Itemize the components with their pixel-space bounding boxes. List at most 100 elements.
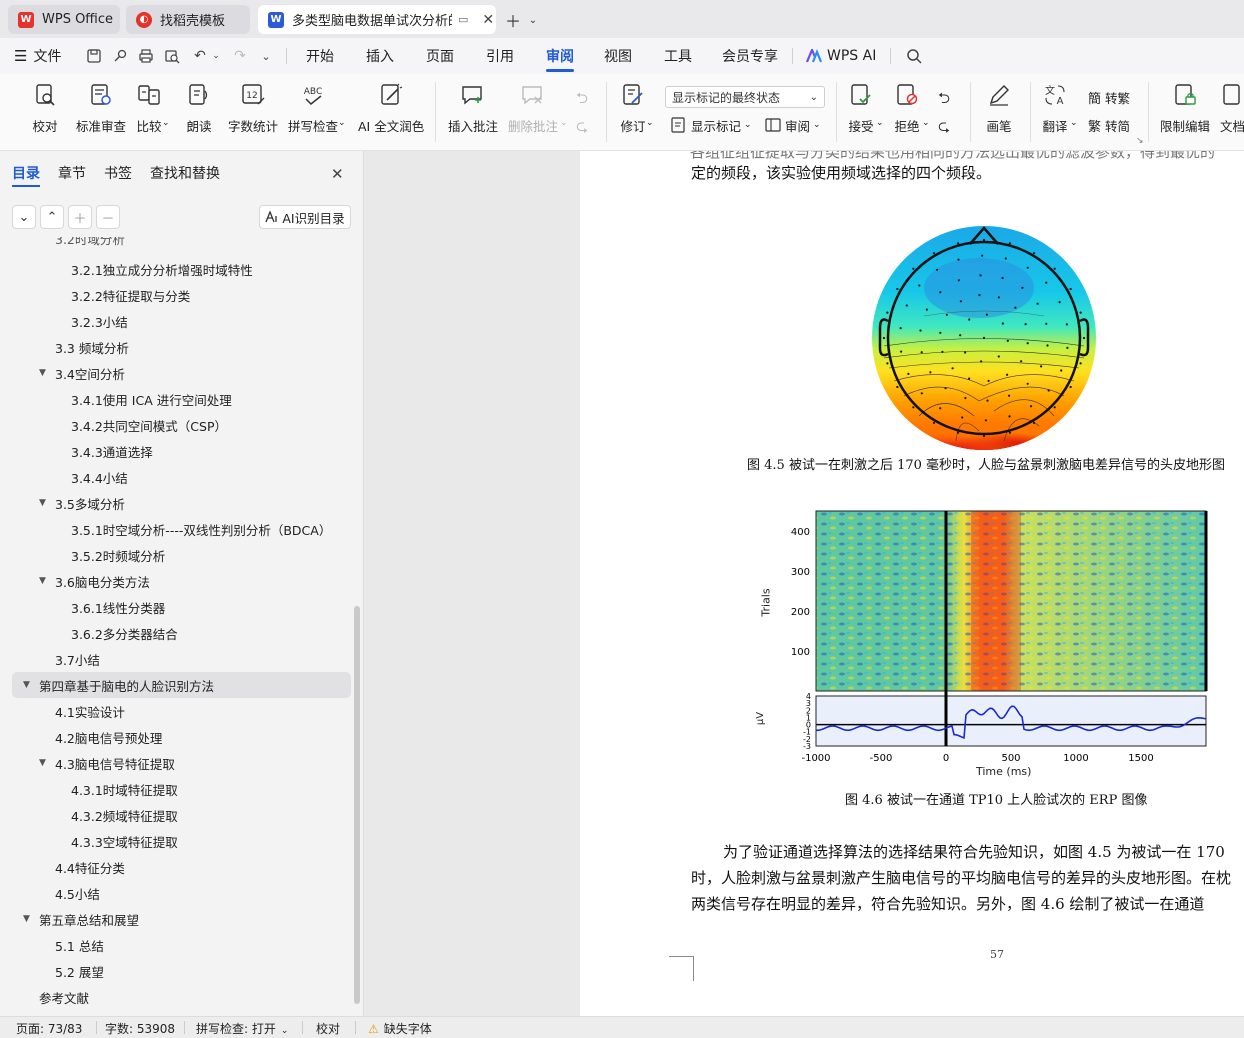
to-traditional-button[interactable]: 簡转繁 [1088,86,1130,108]
show-markup-button[interactable]: 显示标记 ⌄ [670,114,752,136]
menu-references[interactable]: 引用 [486,38,514,74]
toc-item[interactable]: 3.6.1线性分类器 [0,594,352,620]
menu-home[interactable]: 开始 [306,38,334,74]
tab-wps-office[interactable]: W WPS Office [8,5,120,34]
toc-item[interactable]: 4.3.3空域特征提取 [0,828,352,854]
expand-triangle-icon[interactable]: ▼ [39,368,51,378]
to-simplified-button[interactable]: 繁转简 [1088,114,1130,136]
ai-toc-button[interactable]: AI识别目录 [259,205,351,229]
insert-comment-button[interactable]: 插入批注 [448,82,498,144]
toc-item[interactable]: 参考文献 [0,984,352,1010]
nav-tab-chapters[interactable]: 章节 [58,163,86,183]
toc-item[interactable]: 3.2.1独立成分分析增强时域特性 [0,256,352,282]
previous-change-icon[interactable]: ⮌ [938,88,950,113]
document-button[interactable]: 文档 [1220,82,1244,144]
toc-item[interactable]: ▼ 3.4空间分析 [0,360,352,386]
toc-item[interactable]: ▼ 3.6脑电分类方法 [0,568,352,594]
next-change-icon[interactable]: ⮎ [938,116,950,141]
delete-comment-button[interactable]: 删除批注 ⌄ [508,82,568,144]
ai-polish-button[interactable]: AI 全文润色 [358,82,424,144]
toc-item[interactable]: 3.2.3小结 [0,308,352,334]
chevron-down-icon[interactable]: ⌄ [522,9,544,31]
new-tab-icon[interactable]: ＋ [502,9,524,31]
toc-item[interactable]: 5.2 展望 [0,958,352,984]
toc-item[interactable]: 4.3.2频域特征提取 [0,802,352,828]
toc-item[interactable]: ▼ 第四章基于脑电的人脸识别方法 [12,672,351,698]
menu-review[interactable]: 审阅 [546,38,574,74]
search-icon[interactable] [904,46,924,66]
toc-item[interactable]: 3.3 频域分析 [0,334,352,360]
save-icon[interactable] [84,46,104,66]
toc-item[interactable]: 3.5.2时频域分析 [0,542,352,568]
toc-item[interactable]: 3.6.2多分类器结合 [0,620,352,646]
redo-icon[interactable]: ↷ [230,46,250,66]
restrict-edit-button[interactable]: 限制编辑 [1160,82,1210,144]
next-comment-icon[interactable]: ⮎ [576,116,596,136]
print-icon[interactable] [136,46,156,66]
nav-tab-find-replace[interactable]: 查找和替换 [150,163,220,183]
nav-tab-toc[interactable]: 目录 [12,163,40,183]
toc-item[interactable]: ▼ 3.5多域分析 [0,490,352,516]
tab-document[interactable]: W 多类型脑电数据单试次分析的 ▭ ✕ [258,5,496,34]
toc-item[interactable]: 3.7小结 [0,646,352,672]
spell-check-button[interactable]: ABC 拼写检查 ⌄ [288,82,346,144]
toc-item[interactable]: ▼ 第五章总结和展望 [0,906,352,932]
expand-triangle-icon[interactable]: ▼ [23,914,35,924]
more-chevron-icon[interactable]: ⌄ [256,46,276,66]
toc-item[interactable]: 5.1 总结 [0,932,352,958]
pen-button[interactable]: 画笔 [986,82,1012,144]
expand-triangle-icon[interactable]: ▼ [39,576,51,586]
read-aloud-button[interactable]: 朗读 [186,82,212,144]
toc-item[interactable]: 3.2.2特征提取与分类 [0,282,352,308]
previous-comment-icon[interactable]: ⮌ [576,88,596,108]
toc-item[interactable]: 4.2脑电信号预处理 [0,724,352,750]
revise-button[interactable]: 修订 ⌄ [620,82,654,144]
toc-item[interactable]: 4.3.1时域特征提取 [0,776,352,802]
spell-check-status[interactable]: 拼写检查: 打开 ⌄ [196,1020,288,1037]
menu-file[interactable]: ☰ 文件 [14,38,61,74]
toc-item[interactable]: 3.4.4小结 [0,464,352,490]
toc-item[interactable]: 3.4.1使用 ICA 进行空间处理 [0,386,352,412]
menu-page[interactable]: 页面 [426,38,454,74]
translate-button[interactable]: 文A 翻译 ⌄ [1042,82,1077,144]
markup-mode-select[interactable]: 显示标记的最终状态 ⌄ [665,86,825,108]
accept-button[interactable]: 接受 ⌄ [848,82,884,144]
menu-member[interactable]: 会员专享 [722,38,778,74]
toc-item[interactable]: 4.5小结 [0,880,352,906]
toc-item[interactable]: ▼ 4.3脑电信号特征提取 [0,750,352,776]
review-pane-button[interactable]: 审阅 ⌄ [764,114,821,136]
menu-view[interactable]: 视图 [604,38,632,74]
menu-tools[interactable]: 工具 [664,38,692,74]
page-count[interactable]: 页面: 73/83 [16,1020,82,1037]
undo-dropdown-icon[interactable]: ⌄ [206,46,226,66]
proofread-button[interactable]: 校对 [32,82,58,144]
expand-triangle-icon[interactable]: ▼ [23,680,35,690]
reject-button[interactable]: 拒绝 ⌄ [894,82,930,144]
menu-insert[interactable]: 插入 [366,38,394,74]
collapse-up-button[interactable]: ⌃ [40,205,64,229]
toc-scrollbar[interactable] [354,606,360,1004]
demote-button[interactable]: － [96,205,120,229]
expand-corner-icon[interactable]: ↘ [1136,136,1144,146]
toc-item[interactable]: 4.1实验设计 [0,698,352,724]
link-icon[interactable] [110,46,130,66]
expand-triangle-icon[interactable]: ▼ [39,758,51,768]
print-preview-icon[interactable] [162,46,182,66]
nav-tab-bookmarks[interactable]: 书签 [104,163,132,183]
collapse-down-button[interactable]: ⌄ [12,205,36,229]
toc-item[interactable]: 4.4特征分类 [0,854,352,880]
word-count-button[interactable]: 12 字数统计 [228,82,278,144]
menu-wps-ai[interactable]: WPS AI [806,38,876,74]
toc-item[interactable]: 3.4.2共同空间模式（CSP） [0,412,352,438]
toc-item[interactable]: 3.5.1时空域分析----双线性判别分析（BDCA） [0,516,352,542]
toc-item[interactable]: 3.4.3通道选择 [0,438,352,464]
standard-review-button[interactable]: 标准审查 [76,82,126,144]
close-icon[interactable]: ✕ [331,165,344,183]
expand-triangle-icon[interactable]: ▼ [39,498,51,508]
close-tab-icon[interactable]: ✕ [482,12,494,28]
word-count[interactable]: 字数: 53908 [105,1020,175,1037]
promote-button[interactable]: ＋ [68,205,92,229]
proofread-status[interactable]: 校对 [316,1020,340,1037]
tab-docer[interactable]: ◐ 找稻壳模板 [126,5,250,34]
missing-font-status[interactable]: ⚠ 缺失字体 [368,1020,432,1037]
